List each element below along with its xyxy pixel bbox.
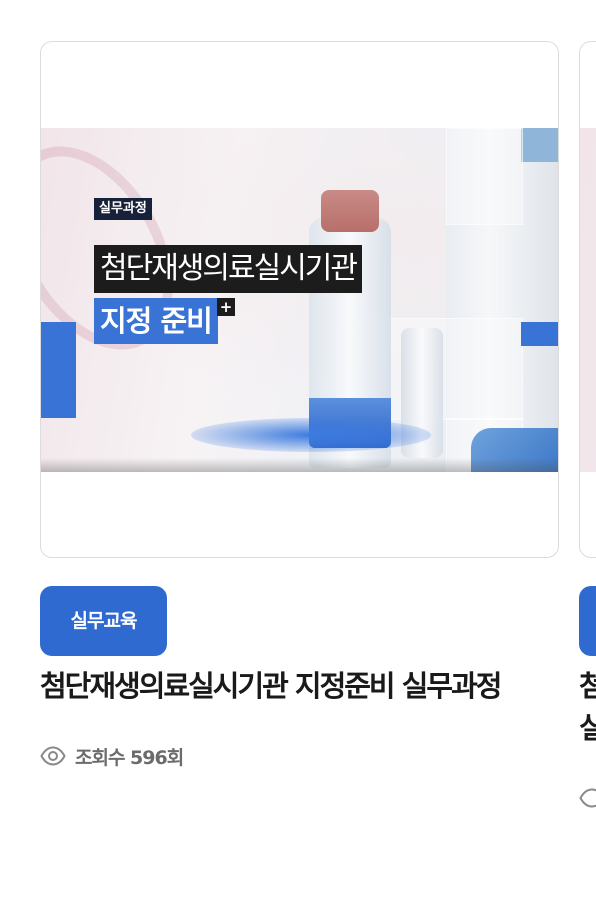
view-count-text: 조회수 596회 <box>75 746 184 769</box>
plus-icon: + <box>217 298 235 316</box>
thumbnail-title-line1: 첨단재생의료실시기관 <box>94 245 362 293</box>
course-thumbnail[interactable] <box>580 128 596 472</box>
thumbnail-frame[interactable] <box>579 41 596 558</box>
category-badge: 실무교육 <box>40 586 167 656</box>
thumbnail-frame[interactable]: 실무과정 첨단재생의료실시기관 지정 준비 + <box>40 41 559 558</box>
view-count <box>579 783 596 813</box>
eye-icon <box>579 788 596 808</box>
carousel-viewport: 실무과정 첨단재생의료실시기관 지정 준비 + 실무교육 첨단재생의료실시기관 … <box>0 0 596 900</box>
course-title-line1: 첨 <box>579 669 596 703</box>
course-card[interactable]: 실무과정 첨단재생의료실시기관 지정 준비 + 실무교육 첨단재생의료실시기관 … <box>40 41 559 769</box>
course-title-line2: 실 <box>579 711 596 745</box>
thumbnail-title-line2: 지정 준비 <box>94 298 218 344</box>
course-thumbnail[interactable]: 실무과정 첨단재생의료실시기관 지정 준비 + <box>41 128 558 472</box>
category-badge <box>579 586 596 656</box>
course-title[interactable]: 첨단재생의료실시기관 지정준비 실무과정 <box>40 665 596 707</box>
thumbnail-tag: 실무과정 <box>94 198 152 220</box>
course-card[interactable]: 첨 실 <box>579 41 596 808</box>
view-count: 조회수 596회 <box>40 741 184 771</box>
course-title[interactable]: 첨 실 <box>579 665 596 749</box>
eye-icon <box>40 746 66 766</box>
